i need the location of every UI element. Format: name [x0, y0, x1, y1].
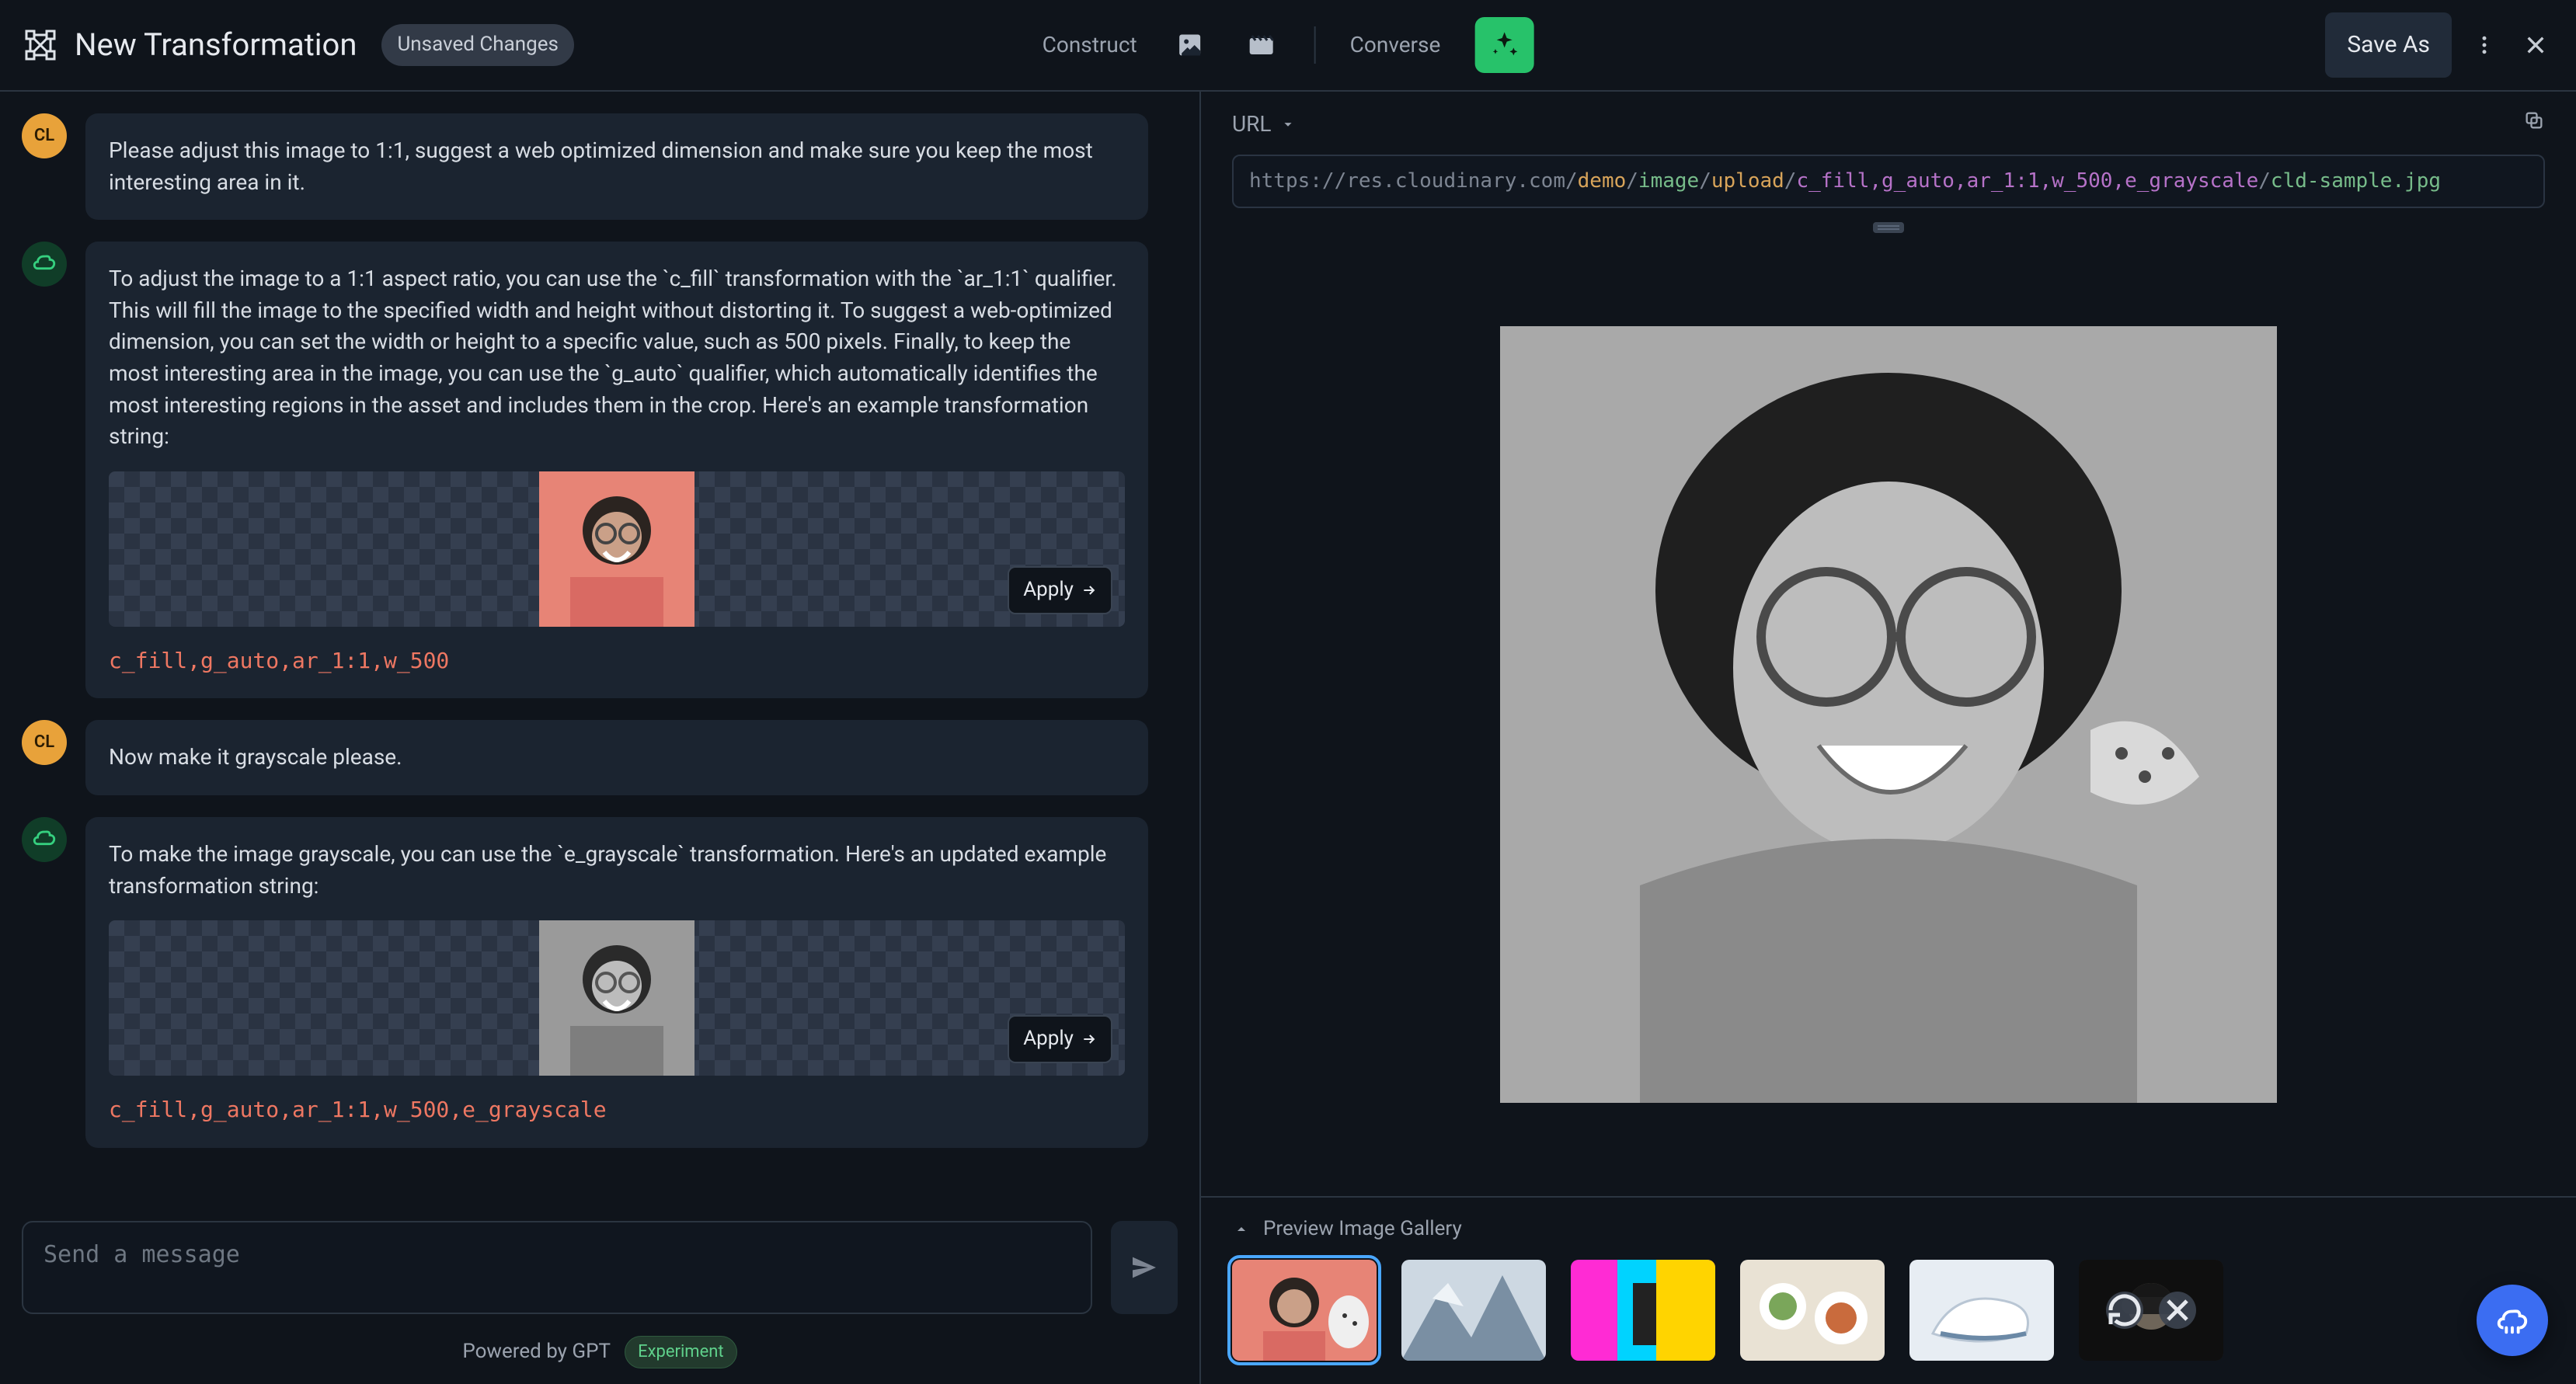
apply-button[interactable]: Apply: [1008, 566, 1112, 614]
url-input[interactable]: https://res.cloudinary.com/demo/image/up…: [1232, 155, 2545, 209]
gallery-thumb-0[interactable]: [1232, 1260, 1377, 1361]
kebab-icon[interactable]: [2466, 26, 2503, 64]
close-icon[interactable]: [2517, 26, 2554, 64]
preview-area: [1201, 233, 2576, 1196]
save-as-button[interactable]: Save As: [2325, 12, 2452, 78]
powered-by-label: Powered by GPT: [462, 1337, 611, 1367]
converse-sparkle-button[interactable]: [1474, 17, 1533, 73]
transformation-preview: Apply: [109, 471, 1125, 627]
thumb-gray: [539, 920, 694, 1076]
user-message: Please adjust this image to 1:1, suggest…: [85, 113, 1148, 220]
gallery-strip: [1232, 1260, 2545, 1361]
preview-image: [1500, 326, 2277, 1103]
unsaved-changes-badge: Unsaved Changes: [381, 24, 573, 66]
resize-handle[interactable]: [1873, 222, 1904, 233]
refresh-icon[interactable]: [2106, 1292, 2143, 1329]
film-icon[interactable]: [1243, 26, 1280, 64]
transformation-code: c_fill,g_auto,ar_1:1,w_500: [109, 645, 1125, 677]
avatar-user: CL: [22, 113, 67, 158]
converse-label: Converse: [1350, 30, 1441, 61]
user-message: Now make it grayscale please.: [85, 720, 1148, 795]
vertical-divider: [1314, 26, 1316, 64]
gallery-thumb-3[interactable]: [1740, 1260, 1885, 1361]
avatar-bot: [22, 817, 67, 862]
apply-button[interactable]: Apply: [1008, 1015, 1112, 1063]
gallery-thumb-4[interactable]: [1909, 1260, 2054, 1361]
chat-scroll[interactable]: CL Please adjust this image to 1:1, sugg…: [0, 92, 1199, 1199]
experiment-badge: Experiment: [625, 1336, 737, 1368]
assistant-message: To adjust the image to a 1:1 aspect rati…: [85, 242, 1148, 698]
gallery-thumb-1[interactable]: [1401, 1260, 1546, 1361]
gallery-thumb-5[interactable]: [2079, 1260, 2223, 1361]
url-dropdown[interactable]: URL: [1232, 109, 1297, 141]
gallery-toggle[interactable]: Preview Image Gallery: [1232, 1215, 2545, 1244]
transformation-code: c_fill,g_auto,ar_1:1,w_500,e_grayscale: [109, 1094, 1125, 1126]
remove-icon[interactable]: [2159, 1292, 2196, 1329]
avatar-bot: [22, 242, 67, 287]
page-title: New Transformation: [75, 23, 357, 68]
avatar-user: CL: [22, 720, 67, 765]
send-button[interactable]: [1111, 1221, 1178, 1314]
assistant-message: To make the image grayscale, you can use…: [85, 817, 1148, 1148]
image-icon[interactable]: [1171, 26, 1209, 64]
gallery-thumb-2[interactable]: [1571, 1260, 1715, 1361]
message-input[interactable]: [22, 1221, 1092, 1314]
construct-label: Construct: [1043, 30, 1137, 61]
transformation-preview: Apply: [109, 920, 1125, 1076]
app-logo-icon: [22, 26, 59, 64]
thumb-color: [539, 471, 694, 627]
cloud-fab[interactable]: [2477, 1285, 2548, 1356]
copy-url-icon[interactable]: [2523, 109, 2545, 141]
